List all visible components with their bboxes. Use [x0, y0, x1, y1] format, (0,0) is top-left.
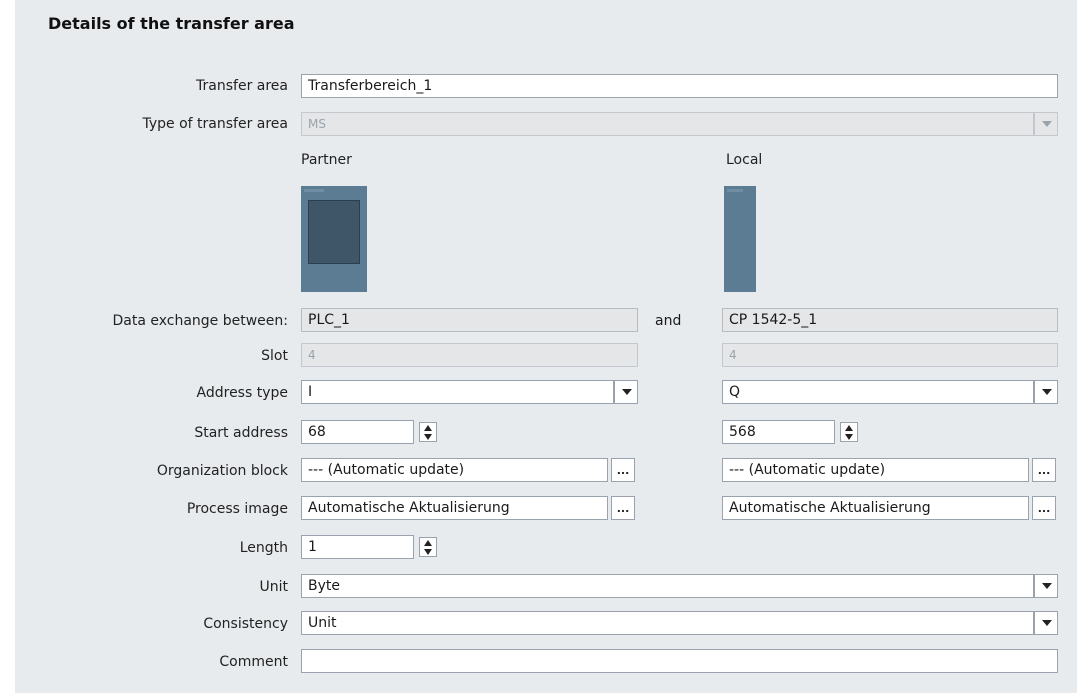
partner-address-type-chevron-down-icon[interactable]	[614, 380, 638, 404]
local-organization-block-browse-button[interactable]: ...	[1032, 458, 1056, 482]
local-organization-block-field[interactable]: --- (Automatic update)	[722, 458, 1029, 482]
data-exchange-label: Data exchange between:	[112, 313, 288, 329]
partner-organization-block-field[interactable]: --- (Automatic update)	[301, 458, 608, 482]
type-of-transfer-area-select: MS	[301, 112, 1034, 136]
local-start-address-input[interactable]: 568	[722, 420, 835, 444]
transfer-area-input[interactable]: Transferbereich_1	[301, 74, 1058, 98]
consistency-select[interactable]: Unit	[301, 611, 1034, 635]
plc-device-icon	[301, 186, 367, 292]
partner-start-address-stepper-icon[interactable]	[419, 422, 437, 442]
partner-start-address-input[interactable]: 68	[301, 420, 414, 444]
partner-process-image-browse-button[interactable]: ...	[611, 496, 635, 520]
length-label: Length	[239, 540, 288, 556]
length-stepper-icon[interactable]	[419, 537, 437, 557]
partner-device-name: PLC_1	[301, 308, 638, 332]
local-address-type-select[interactable]: Q	[722, 380, 1034, 404]
local-process-image-field[interactable]: Automatische Aktualisierung	[722, 496, 1029, 520]
process-image-label: Process image	[186, 501, 288, 517]
partner-address-type-select[interactable]: I	[301, 380, 614, 404]
cp-module-device-icon	[724, 186, 756, 292]
transfer-area-label: Transfer area	[196, 78, 288, 94]
type-of-transfer-area-label: Type of transfer area	[142, 116, 288, 132]
comment-label: Comment	[219, 654, 288, 670]
length-input[interactable]: 1	[301, 535, 414, 559]
type-dropdown-chevron-down-icon	[1034, 112, 1058, 136]
partner-heading: Partner	[301, 152, 352, 168]
unit-label: Unit	[259, 579, 289, 595]
organization-block-label: Organization block	[156, 463, 288, 479]
section-title: Details of the transfer area	[48, 14, 295, 33]
consistency-chevron-down-icon[interactable]	[1034, 611, 1058, 635]
partner-organization-block-browse-button[interactable]: ...	[611, 458, 635, 482]
and-label: and	[655, 313, 682, 329]
address-type-label: Address type	[196, 385, 288, 401]
unit-chevron-down-icon[interactable]	[1034, 574, 1058, 598]
local-address-type-chevron-down-icon[interactable]	[1034, 380, 1058, 404]
transfer-area-details-panel: Details of the transfer area Transfer ar…	[15, 0, 1077, 693]
unit-select[interactable]: Byte	[301, 574, 1034, 598]
local-start-address-stepper-icon[interactable]	[840, 422, 858, 442]
local-process-image-browse-button[interactable]: ...	[1032, 496, 1056, 520]
partner-slot-field: 4	[301, 343, 638, 367]
start-address-label: Start address	[194, 425, 288, 441]
comment-input[interactable]	[301, 649, 1058, 673]
slot-label: Slot	[261, 348, 288, 364]
local-device-name: CP 1542-5_1	[722, 308, 1058, 332]
consistency-label: Consistency	[203, 616, 288, 632]
local-heading: Local	[726, 152, 763, 168]
local-slot-field: 4	[722, 343, 1058, 367]
partner-process-image-field[interactable]: Automatische Aktualisierung	[301, 496, 608, 520]
